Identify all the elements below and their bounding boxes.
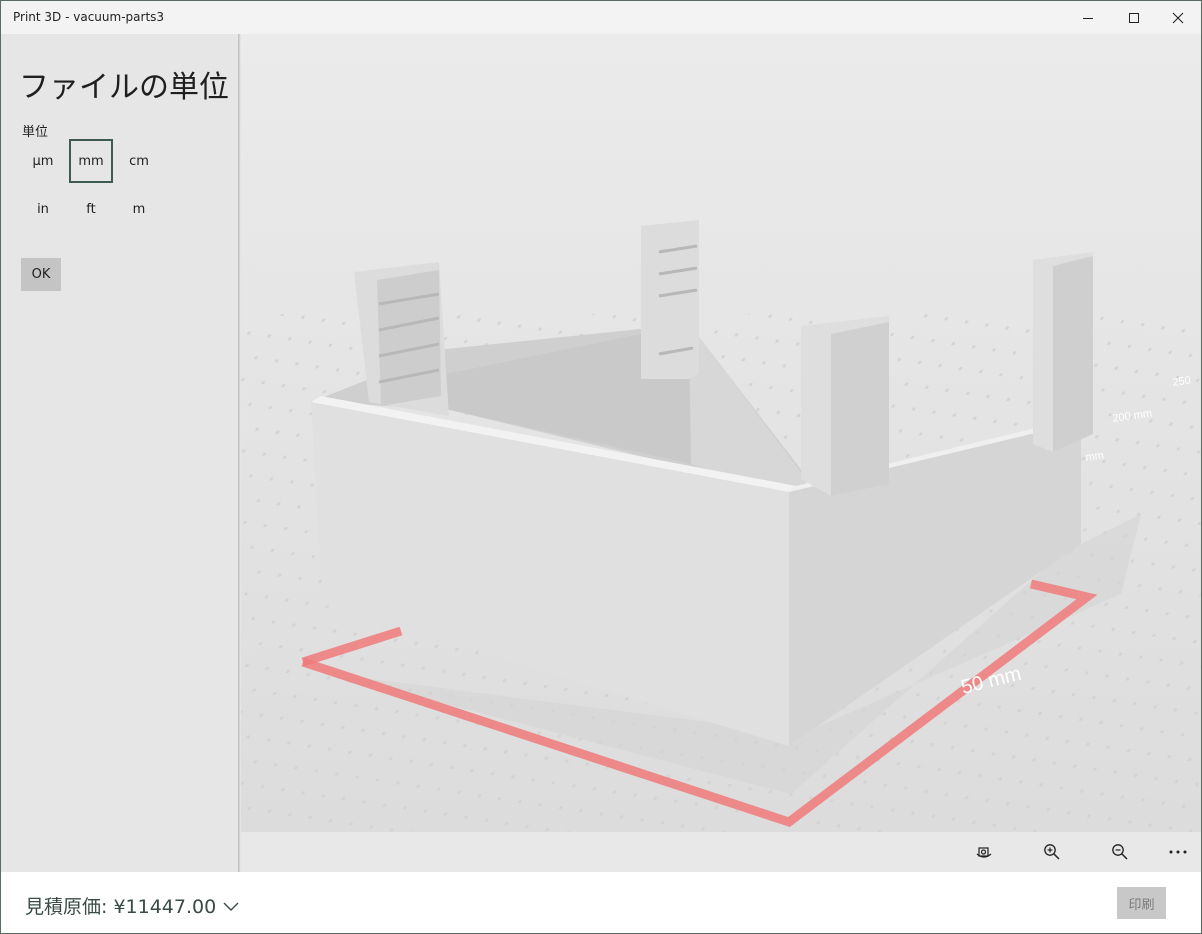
minimize-button[interactable]	[1065, 1, 1111, 34]
panel-title: ファイルの単位	[19, 70, 229, 105]
3d-viewport[interactable]: 50 mm 200 mm 250 mm	[241, 34, 1201, 832]
model-post-far-side	[1053, 256, 1093, 452]
print-button[interactable]: 印刷	[1117, 887, 1166, 919]
zoom-in-icon	[1044, 844, 1060, 860]
unit-option-cm[interactable]: cm	[117, 139, 161, 183]
price-estimate-dropdown[interactable]: 見積原価: ¥11447.00	[25, 892, 240, 919]
file-units-panel: ファイルの単位 単位 μm mm cm in ft m OK	[1, 34, 238, 872]
zoom-in-button[interactable]	[1037, 838, 1067, 866]
close-button[interactable]	[1155, 1, 1201, 34]
model-post-right-side	[831, 322, 889, 496]
view-toolbar	[241, 832, 1201, 872]
unit-option-ft[interactable]: ft	[69, 187, 113, 231]
dimension-label-250: 250	[1172, 375, 1192, 389]
footer-bar: 見積原価: ¥11447.00 印刷	[1, 872, 1201, 933]
price-estimate-label: 見積原価: ¥11447.00	[25, 896, 217, 918]
zoom-out-icon	[1112, 844, 1128, 860]
maximize-button[interactable]	[1111, 1, 1157, 34]
maximize-icon	[1129, 12, 1139, 23]
close-icon	[1172, 12, 1184, 23]
app-window: Print 3D - vacuum-parts3 ファイルの単位 単位 μm m…	[0, 0, 1202, 934]
unit-option-um[interactable]: μm	[21, 139, 65, 183]
more-icon	[1169, 850, 1187, 854]
reset-view-icon	[976, 847, 992, 858]
reset-view-button[interactable]	[969, 838, 999, 866]
title-bar[interactable]: Print 3D - vacuum-parts3	[1, 1, 1201, 34]
model-clip-back	[641, 220, 699, 379]
unit-option-mm[interactable]: mm	[69, 139, 113, 183]
dimension-label-mm: mm	[1085, 450, 1105, 464]
minimize-icon	[1083, 17, 1093, 19]
zoom-out-button[interactable]	[1105, 838, 1135, 866]
scene-canvas: 50 mm 200 mm 250 mm	[241, 34, 1201, 832]
model-clip-left-teeth	[377, 270, 441, 406]
chevron-down-icon	[223, 902, 239, 911]
more-button[interactable]	[1163, 838, 1193, 866]
window-title: Print 3D - vacuum-parts3	[13, 10, 165, 24]
unit-label: 単位	[22, 125, 49, 140]
unit-option-m[interactable]: m	[117, 187, 161, 231]
ok-button[interactable]: OK	[21, 258, 61, 291]
unit-option-in[interactable]: in	[21, 187, 65, 231]
